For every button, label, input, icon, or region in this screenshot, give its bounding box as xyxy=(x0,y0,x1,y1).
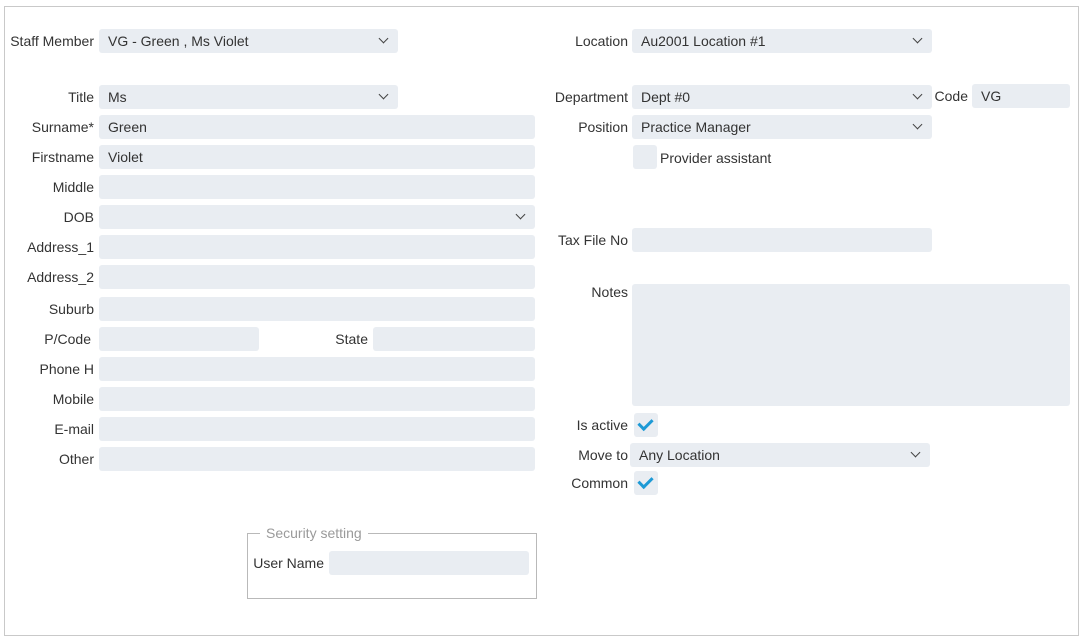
provider-assistant-checkbox[interactable] xyxy=(633,145,657,169)
common-checkbox[interactable] xyxy=(634,471,658,495)
code-input[interactable]: VG xyxy=(972,84,1070,108)
position-value: Practice Manager xyxy=(641,119,751,135)
notes-label: Notes xyxy=(591,284,628,300)
staff-member-select[interactable]: VG - Green , Ms Violet xyxy=(99,29,398,53)
mobile-input[interactable] xyxy=(99,387,535,411)
location-value: Au2001 Location #1 xyxy=(641,33,766,49)
pcode-input[interactable] xyxy=(99,327,259,351)
department-select[interactable]: Dept #0 xyxy=(632,85,932,109)
department-value: Dept #0 xyxy=(641,89,691,105)
title-value: Ms xyxy=(108,89,127,105)
state-input[interactable] xyxy=(373,327,535,351)
chevron-down-icon xyxy=(904,443,924,467)
staff-member-value: VG - Green , Ms Violet xyxy=(108,33,249,49)
firstname-input[interactable]: Violet xyxy=(99,145,535,169)
middle-input[interactable] xyxy=(99,175,535,199)
address-1-input[interactable] xyxy=(99,235,535,259)
title-label: Title xyxy=(68,89,94,105)
phone-h-label: Phone H xyxy=(39,361,94,377)
position-select[interactable]: Practice Manager xyxy=(632,115,932,139)
chevron-down-icon xyxy=(509,205,529,229)
address-2-label: Address_2 xyxy=(27,269,94,285)
is-active-label: Is active xyxy=(576,417,628,433)
chevron-down-icon xyxy=(906,29,926,53)
department-label: Department xyxy=(554,89,628,105)
address-1-label: Address_1 xyxy=(27,239,94,255)
move-to-label: Move to xyxy=(578,447,628,463)
position-label: Position xyxy=(578,119,628,135)
user-name-input[interactable] xyxy=(329,551,529,575)
chevron-down-icon xyxy=(906,115,926,139)
code-label: Code xyxy=(934,88,968,104)
location-label: Location xyxy=(575,33,628,49)
suburb-input[interactable] xyxy=(99,297,535,321)
provider-assistant-label: Provider assistant xyxy=(660,150,772,166)
firstname-label: Firstname xyxy=(31,149,94,165)
state-label: State xyxy=(335,331,368,347)
email-input[interactable] xyxy=(99,417,535,441)
location-select[interactable]: Au2001 Location #1 xyxy=(632,29,932,53)
common-label: Common xyxy=(571,475,628,491)
pcode-label: P/Code xyxy=(44,331,91,347)
other-label: Other xyxy=(58,451,94,467)
security-legend: Security setting xyxy=(260,524,368,542)
title-select[interactable]: Ms xyxy=(99,85,398,109)
surname-label: Surname* xyxy=(31,119,94,135)
middle-label: Middle xyxy=(52,179,94,195)
chevron-down-icon xyxy=(372,29,392,53)
address-2-input[interactable] xyxy=(99,265,535,289)
dob-label: DOB xyxy=(63,209,94,225)
email-label: E-mail xyxy=(54,421,94,437)
chevron-down-icon xyxy=(372,85,392,109)
dob-select[interactable] xyxy=(99,205,535,229)
staff-member-label: Staff Member xyxy=(10,33,94,49)
mobile-label: Mobile xyxy=(52,391,94,407)
tax-file-no-input[interactable] xyxy=(632,228,932,252)
suburb-label: Suburb xyxy=(48,301,94,317)
move-to-value: Any Location xyxy=(639,447,720,463)
user-name-label: User Name xyxy=(253,555,324,571)
phone-h-input[interactable] xyxy=(99,357,535,381)
move-to-select[interactable]: Any Location xyxy=(630,443,930,467)
tax-file-no-label: Tax File No xyxy=(557,232,628,248)
notes-textarea[interactable] xyxy=(632,284,1070,406)
is-active-checkbox[interactable] xyxy=(634,413,658,437)
chevron-down-icon xyxy=(906,85,926,109)
other-input[interactable] xyxy=(99,447,535,471)
surname-input[interactable]: Green xyxy=(99,115,535,139)
